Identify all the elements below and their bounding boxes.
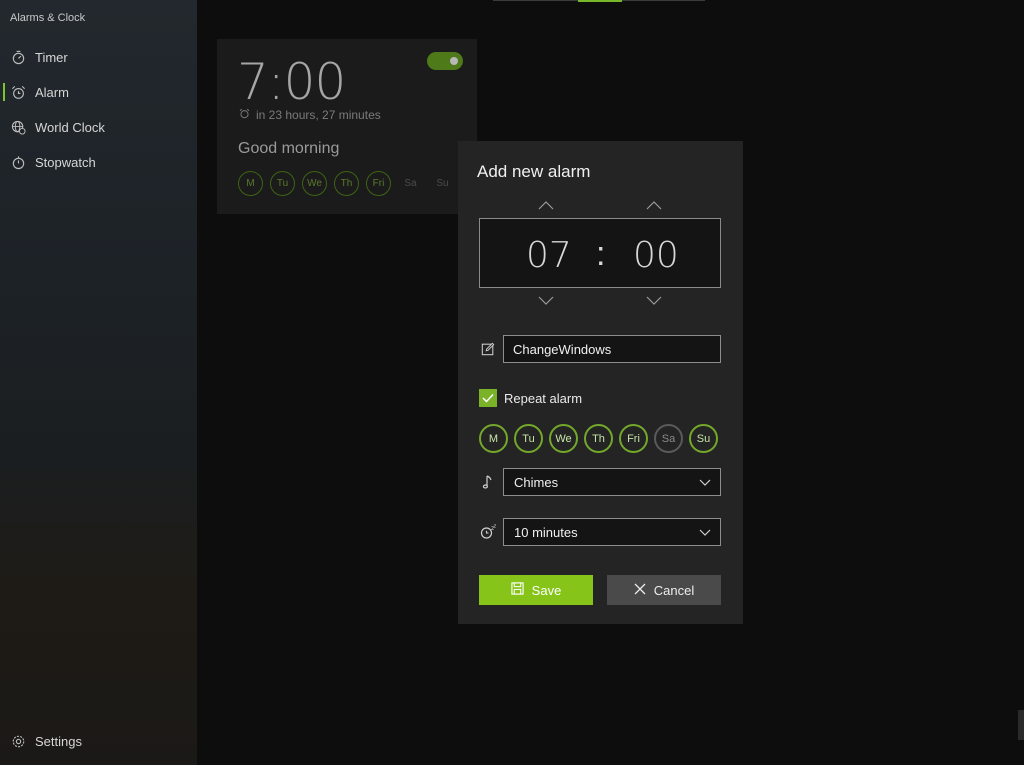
day-toggle-sat[interactable]: Sa (654, 424, 683, 453)
sound-select[interactable]: Chimes (503, 468, 721, 496)
timer-icon (10, 49, 26, 65)
minute-down-icon[interactable] (644, 293, 664, 307)
day-toggle-thu[interactable]: Th (584, 424, 613, 453)
hour-down-icon[interactable] (536, 293, 556, 307)
svg-text:z: z (493, 524, 496, 530)
chevron-down-icon (699, 473, 711, 491)
scrollbar-thumb[interactable] (1018, 710, 1024, 740)
day-toggle-fri[interactable]: Fri (619, 424, 648, 453)
alarm-card-days: M Tu We Th Fri Sa Su (238, 171, 455, 196)
close-icon (634, 583, 646, 598)
time-separator: : (596, 235, 606, 273)
app-title: Alarms & Clock (10, 12, 86, 24)
sidebar-item-world-clock[interactable]: World Clock (0, 112, 197, 142)
globe-icon (10, 119, 26, 135)
progress-indicator (578, 0, 622, 2)
sidebar-item-settings[interactable]: Settings (0, 726, 197, 756)
save-button-label: Save (531, 582, 562, 598)
sidebar-item-stopwatch[interactable]: Stopwatch (0, 147, 197, 177)
sidebar-item-label: Settings (35, 733, 82, 749)
sidebar-item-timer[interactable]: Timer (0, 42, 197, 72)
day-toggle-mon[interactable]: M (479, 424, 508, 453)
alarm-small-icon (239, 108, 250, 122)
hour-up-icon[interactable] (536, 198, 556, 212)
checkbox-box[interactable] (479, 389, 497, 407)
repeat-alarm-checkbox[interactable]: Repeat alarm (479, 389, 582, 407)
snooze-icon: zz (479, 523, 497, 541)
card-day-fri: Fri (366, 171, 391, 196)
sidebar-item-label: Timer (35, 49, 68, 65)
day-toggle-wed[interactable]: We (549, 424, 578, 453)
card-day-thu: Th (334, 171, 359, 196)
alarm-card[interactable]: 7:00 in 23 hours, 27 minutes Good mornin… (217, 39, 477, 214)
day-toggle-sun[interactable]: Su (689, 424, 718, 453)
alarm-name-input[interactable] (503, 335, 721, 363)
card-day-mon: M (238, 171, 263, 196)
sidebar: Alarms & Clock Timer Alarm World Clock S… (0, 0, 197, 765)
alarm-toggle[interactable] (427, 52, 463, 70)
edit-icon (479, 340, 497, 358)
day-toggle-tue[interactable]: Tu (514, 424, 543, 453)
save-icon (511, 582, 524, 598)
toggle-knob (450, 57, 458, 65)
time-picker[interactable]: 07 : 00 (479, 218, 721, 288)
alarm-remaining-text: in 23 hours, 27 minutes (256, 108, 381, 122)
stopwatch-icon (10, 154, 26, 170)
gear-icon (10, 733, 26, 749)
dialog-title: Add new alarm (477, 162, 591, 181)
sidebar-item-label: World Clock (35, 119, 105, 135)
sound-select-value: Chimes (514, 474, 559, 490)
sidebar-item-label: Stopwatch (35, 154, 96, 170)
alarm-time: 7:00 (237, 53, 346, 111)
cancel-button[interactable]: Cancel (607, 575, 721, 605)
minute-up-icon[interactable] (644, 198, 664, 212)
music-note-icon (479, 473, 497, 491)
alarm-remaining: in 23 hours, 27 minutes (239, 108, 381, 122)
alarm-icon (10, 84, 26, 100)
sidebar-item-label: Alarm (35, 84, 69, 100)
card-day-tue: Tu (270, 171, 295, 196)
hour-value[interactable]: 07 (526, 235, 572, 276)
minute-value[interactable]: 00 (633, 235, 679, 276)
card-day-sat: Sa (404, 178, 417, 189)
card-day-sun: Su (436, 178, 449, 189)
save-button[interactable]: Save (479, 575, 593, 605)
add-alarm-dialog: Add new alarm 07 : 00 Repeat alarm M Tu … (458, 141, 743, 624)
cancel-button-label: Cancel (653, 582, 695, 598)
repeat-days: M Tu We Th Fri Sa Su (479, 424, 718, 453)
snooze-select-value: 10 minutes (514, 524, 578, 540)
card-day-wed: We (302, 171, 327, 196)
chevron-down-icon (699, 523, 711, 541)
repeat-alarm-label: Repeat alarm (504, 390, 583, 406)
snooze-select[interactable]: 10 minutes (503, 518, 721, 546)
alarm-name: Good morning (238, 140, 340, 157)
sidebar-item-alarm[interactable]: Alarm (0, 77, 197, 107)
